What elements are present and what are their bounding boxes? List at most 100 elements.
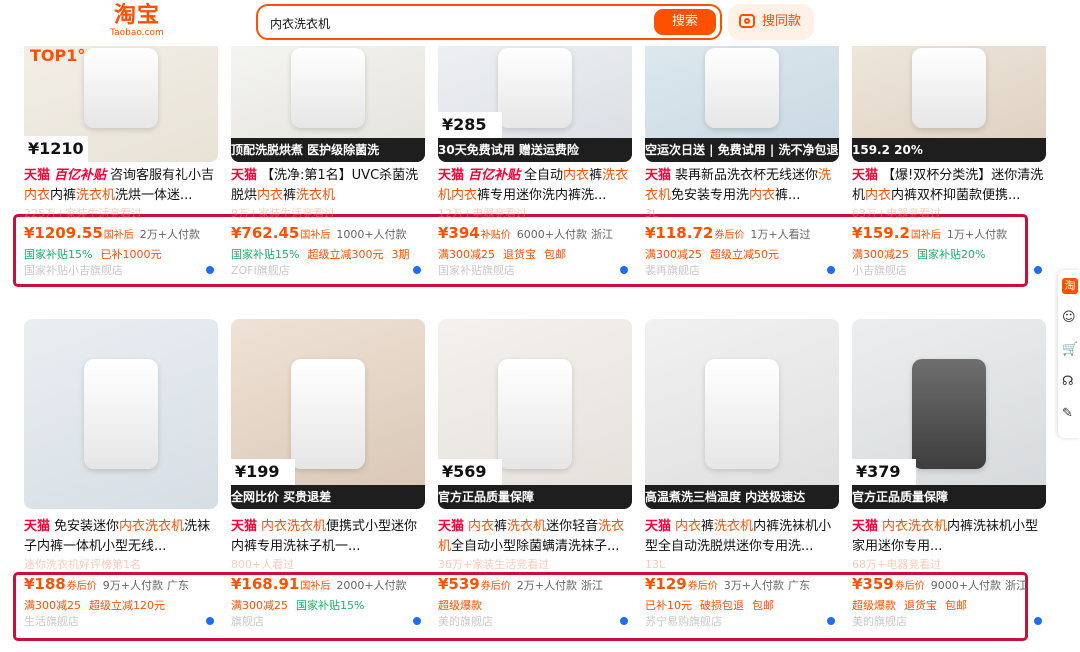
shop-name[interactable]: 美的旗舰店 bbox=[438, 615, 632, 629]
info-dot-icon[interactable] bbox=[413, 266, 421, 274]
info-dot-icon[interactable] bbox=[1034, 617, 1042, 625]
search-input[interactable] bbox=[268, 12, 652, 34]
product-title[interactable]: 天猫 百亿补贴 咨询客服有礼小吉内衣内裤洗衣机洗烘一体迷... bbox=[24, 166, 218, 206]
product-badge: TOP1° bbox=[30, 46, 86, 65]
product-title[interactable]: 天猫 【洗净:第1名】UVC杀菌洗脱烘内衣裤洗衣机 bbox=[231, 166, 425, 206]
product-image[interactable]: 空运次日送 | 免费试用 | 洗不净包退 bbox=[645, 40, 839, 162]
shop-name[interactable]: 小吉旗舰店 bbox=[852, 264, 1046, 278]
info-dot-icon[interactable] bbox=[413, 617, 421, 625]
sold-count: 1000+人付款 bbox=[336, 228, 407, 241]
shop-name[interactable]: 美的旗舰店 bbox=[852, 615, 1046, 629]
info-dot-icon[interactable] bbox=[827, 266, 835, 274]
shop-name[interactable]: 裴再旗舰店 bbox=[645, 264, 839, 278]
price-line: ¥159.2国补后 1万+人付款 bbox=[852, 223, 1052, 245]
image-price-tag: ¥1210 bbox=[24, 136, 88, 162]
rank-line: 3L bbox=[645, 207, 659, 220]
appliance-graphic bbox=[498, 48, 572, 128]
product-title[interactable]: 天猫 内衣洗衣机内裤洗袜机小型家用迷你专用... bbox=[852, 517, 1046, 557]
feedback-icon[interactable]: ✎ bbox=[1062, 406, 1078, 422]
appliance-graphic bbox=[291, 359, 365, 469]
product-title[interactable]: 天猫 内衣裤洗衣机迷你轻音洗衣机全自动小型除菌螨清洗袜子... bbox=[438, 517, 632, 557]
shop-name[interactable]: 旗舰店 bbox=[231, 615, 425, 629]
appliance-graphic bbox=[84, 48, 158, 128]
price-line: ¥118.72券后价 1万+人看过 bbox=[645, 223, 845, 245]
promo-tags: 满300减25 超级立减50元 bbox=[645, 246, 845, 262]
product-card[interactable]: 官方正品质量保障 ¥379 天猫 内衣洗衣机内裤洗袜机小型家用迷你专用... 68万+电… bbox=[852, 319, 1046, 628]
info-dot-icon[interactable] bbox=[206, 266, 214, 274]
promo-band: 官方正品质量保障 bbox=[438, 485, 632, 509]
location: 浙江 bbox=[1004, 579, 1027, 592]
promo-tag: 满300减25 bbox=[852, 248, 909, 261]
price: ¥762.45 bbox=[231, 224, 300, 242]
product-image[interactable] bbox=[24, 319, 218, 509]
product-card[interactable]: 全网比价 买贵退差 ¥199 天猫 内衣洗衣机便携式小型迷你内裤专用洗袜子机一... 8… bbox=[231, 319, 425, 628]
promo-tags: 超级爆款 bbox=[438, 597, 638, 613]
sold-count: 2万+人付款 bbox=[139, 228, 200, 241]
product-image[interactable]: 官方正品质量保障 ¥569 bbox=[438, 319, 632, 509]
promo-tag: 超级立减120元 bbox=[89, 599, 165, 612]
product-image[interactable]: 高温煮洗三档温度 内送极速达 bbox=[645, 319, 839, 509]
price-label: 券后价 bbox=[714, 230, 745, 241]
price-line: ¥168.91国补后 2000+人付款 bbox=[231, 574, 431, 596]
promo-tags: 已补10元 破损包退 包邮 bbox=[645, 597, 845, 613]
product-title[interactable]: 天猫 【爆!双杯分类洗】迷你清洗机内衣内裤双杯抑菌款便携... bbox=[852, 166, 1046, 206]
rank-line: 68万+电器竞看过 bbox=[852, 558, 942, 571]
appliance-graphic bbox=[705, 48, 779, 128]
price-label: 国补后 bbox=[300, 581, 331, 592]
product-image[interactable]: 30天免费试用 赠送运费险 ¥285 bbox=[438, 40, 632, 162]
price-label: 券后价 bbox=[66, 581, 97, 592]
price: ¥1209.55 bbox=[24, 224, 103, 242]
service-icon[interactable]: ☊ bbox=[1062, 374, 1078, 390]
product-image[interactable]: 全网比价 买贵退差 ¥199 bbox=[231, 319, 425, 509]
product-title[interactable]: 天猫 裴再新品洗衣杯无线迷你洗衣机免安装专用洗内衣裤... bbox=[645, 166, 839, 206]
product-image[interactable]: 159.2 20% bbox=[852, 40, 1046, 162]
product-title[interactable]: 天猫 免安装迷你内衣洗衣机洗袜子内裤一体机小型无线... bbox=[24, 517, 218, 557]
promo-band: 空运次日送 | 免费试用 | 洗不净包退 bbox=[645, 138, 839, 162]
price-label: 国补后 bbox=[300, 230, 331, 241]
product-card[interactable]: 官方正品质量保障 ¥569 天猫 内衣裤洗衣机迷你轻音洗衣机全自动小型除菌螨清洗袜子.… bbox=[438, 319, 632, 628]
rank-line: 12万+电器竞看过 bbox=[438, 207, 528, 220]
product-image[interactable]: 顶配洗脱烘煮 医护级除菌洗 bbox=[231, 40, 425, 162]
appliance-graphic bbox=[84, 359, 158, 469]
product-title[interactable]: 天猫 内衣裤洗衣机内裤洗袜机小型全自动洗脱烘迷你专用洗... bbox=[645, 517, 839, 557]
promo-tag: 包邮 bbox=[945, 599, 967, 612]
promo-tag: 满300减25 bbox=[645, 248, 702, 261]
info-dot-icon[interactable] bbox=[206, 617, 214, 625]
price: ¥188 bbox=[24, 575, 66, 593]
price-label: 国补后 bbox=[910, 230, 941, 241]
top-header: 淘宝 Taobao.com 搜索 搜同款 bbox=[0, 0, 1080, 46]
price-label: 国补后 bbox=[103, 230, 134, 241]
shop-name[interactable]: 国家补贴旗舰店 bbox=[438, 264, 632, 278]
product-title[interactable]: 天猫 百亿补贴 全自动内衣裤洗衣机内衣裤专用迷你洗内裤洗... bbox=[438, 166, 632, 206]
product-image[interactable]: 官方正品质量保障 ¥379 bbox=[852, 319, 1046, 509]
price-line: ¥359券后价 9000+人付款 浙江 bbox=[852, 574, 1052, 596]
search-button[interactable]: 搜索 bbox=[654, 9, 716, 35]
taobao-rail-icon[interactable]: 淘 bbox=[1062, 278, 1078, 294]
price-label: 券后价 bbox=[687, 581, 718, 592]
promo-band: 全网比价 买贵退差 bbox=[231, 485, 425, 509]
taobao-logo[interactable]: 淘宝 Taobao.com bbox=[107, 4, 167, 42]
search-box: 搜索 bbox=[256, 4, 722, 40]
product-image[interactable]: TOP1° ¥1210 bbox=[24, 40, 218, 162]
info-dot-icon[interactable] bbox=[620, 617, 628, 625]
location: 广东 bbox=[787, 579, 810, 592]
cart-icon[interactable]: 🛒 bbox=[1062, 342, 1078, 358]
product-card[interactable]: 天猫 免安装迷你内衣洗衣机洗袜子内裤一体机小型无线... 迷你洗衣机好评榜第1名 ¥1… bbox=[24, 319, 218, 628]
info-dot-icon[interactable] bbox=[827, 617, 835, 625]
info-dot-icon[interactable] bbox=[1034, 266, 1042, 274]
shop-name[interactable]: 苏宁易购旗舰店 bbox=[645, 615, 839, 629]
product-title[interactable]: 天猫 内衣洗衣机便携式小型迷你内裤专用洗袜子机一... bbox=[231, 517, 425, 557]
shop-name[interactable]: ZOFI旗舰店 bbox=[231, 264, 425, 278]
promo-band: 官方正品质量保障 bbox=[852, 485, 1046, 509]
promo-tag: 国家补贴15% bbox=[296, 599, 365, 612]
sold-count: 9000+人付款 bbox=[930, 579, 1001, 592]
info-dot-icon[interactable] bbox=[620, 266, 628, 274]
search-same-button[interactable]: 搜同款 bbox=[728, 4, 814, 40]
shop-name[interactable]: 生活旗舰店 bbox=[24, 615, 218, 629]
shop-name[interactable]: 国家补贴小吉旗舰店 bbox=[24, 264, 218, 278]
product-card[interactable]: 高温煮洗三档温度 内送极速达天猫 内衣裤洗衣机内裤洗袜机小型全自动洗脱烘迷你专用洗… bbox=[645, 319, 839, 628]
promo-tags: 国家补贴15% 已补1000元 bbox=[24, 246, 224, 262]
price: ¥394 bbox=[438, 224, 480, 242]
promo-tag: 超级立减300元 bbox=[307, 248, 384, 261]
user-icon[interactable]: ☺ bbox=[1062, 310, 1078, 326]
